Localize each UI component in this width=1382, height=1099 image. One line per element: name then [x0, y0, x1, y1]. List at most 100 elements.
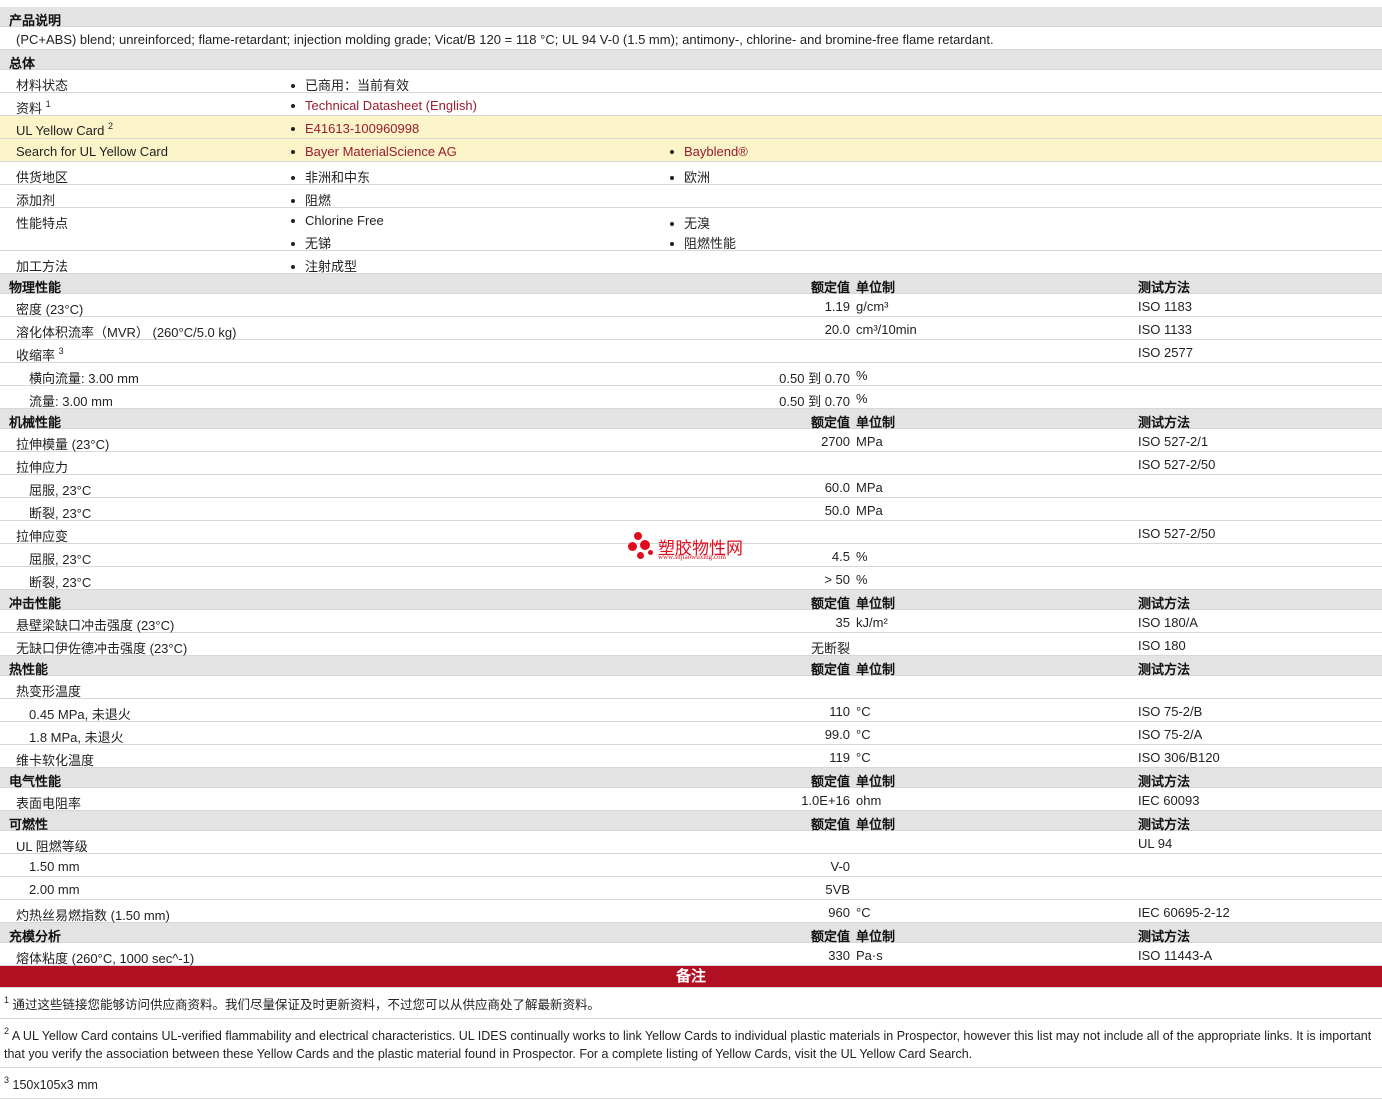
bullet-icon: [670, 241, 674, 246]
note-text: 1 通过这些链接您能够访问供应商资料。我们尽量保证及时更新资料，不过您可以从供应…: [4, 995, 601, 1012]
property-unit: kJ/m²: [856, 615, 888, 630]
property-row-shrinkage: 收缩率 3 ISO 2577: [0, 340, 1382, 363]
bullet-icon: [670, 221, 674, 226]
property-row-notched-izod: 悬壁梁缺口冲击强度 (23°C) 35 kJ/m² ISO 180/A: [0, 610, 1382, 633]
technical-datasheet-link[interactable]: Technical Datasheet (English): [305, 98, 477, 113]
property-unit: g/cm³: [856, 299, 889, 314]
property-label: 2.00 mm: [29, 882, 80, 897]
property-row-ul-rating: UL 阻燃等级 UL 94: [0, 831, 1382, 854]
property-unit: %: [856, 549, 868, 564]
bullet-icon: [670, 149, 674, 154]
row-value: 阻燃: [291, 190, 331, 209]
property-value: 4.5: [831, 549, 850, 564]
property-row-hdt: 热变形温度: [0, 676, 1382, 699]
property-label: 拉伸应力: [16, 460, 69, 475]
property-test: ISO 1183: [1138, 299, 1192, 314]
section-flammability: 可燃性 额定值 单位制 测试方法: [0, 811, 1382, 832]
property-label: 0.45 MPa, 未退火: [29, 707, 131, 722]
logo-dot: [640, 540, 650, 550]
property-test: ISO 180/A: [1138, 615, 1198, 630]
logo-dot: [637, 552, 644, 559]
property-unit: °C: [856, 750, 871, 765]
property-test: ISO 75-2/B: [1138, 704, 1203, 719]
property-label: 屈服, 23°C: [29, 483, 92, 498]
row-value: Bayer MaterialScience AG: [291, 144, 457, 159]
property-label: 拉伸模量 (23°C): [16, 437, 110, 452]
row-value: 注射成型: [291, 256, 357, 275]
property-label: 密度 (23°C): [16, 302, 84, 317]
ul-card-link[interactable]: E41613-100960998: [305, 121, 419, 136]
notes-header: 备注: [0, 966, 1382, 988]
property-label: 断裂, 23°C: [29, 506, 92, 521]
property-value: > 50: [824, 572, 850, 587]
bullet-icon: [291, 103, 295, 108]
property-label: 表面电阻率: [16, 796, 82, 811]
property-test: ISO 11443-A: [1138, 948, 1213, 963]
property-value: 无断裂: [810, 641, 850, 656]
property-label: 热变形温度: [16, 684, 82, 699]
property-unit: %: [856, 391, 868, 406]
row-value: 无溴: [670, 213, 710, 232]
property-unit: ohm: [856, 793, 882, 808]
processing-row: 加工方法 注射成型: [0, 251, 1382, 274]
row-label: 加工方法: [16, 259, 69, 274]
features-row: 性能特点 Chlorine Free 无溴 无锑 阻燃性能: [0, 208, 1382, 251]
property-label: 1.8 MPa, 未退火: [29, 730, 124, 745]
property-row-stress-yield: 屈服, 23°C 60.0 MPa: [0, 475, 1382, 498]
property-row-hdt-045: 0.45 MPa, 未退火 110 °C ISO 75-2/B: [0, 699, 1382, 722]
property-row-tensile-stress: 拉伸应力 ISO 527-2/50: [0, 452, 1382, 475]
property-label: 收缩率 3: [16, 346, 64, 363]
property-row-tensile-modulus: 拉伸模量 (23°C) 2700 MPa ISO 527-2/1: [0, 429, 1382, 452]
material-status-row: 材料状态 已商用：当前有效: [0, 70, 1382, 93]
property-label: 无缺口伊佐德冲击强度 (23°C): [16, 641, 188, 656]
property-unit: Pa·s: [856, 948, 883, 963]
property-value: 330: [828, 948, 850, 963]
product-description-text: (PC+ABS) blend; unreinforced; flame-reta…: [16, 32, 994, 47]
notes-title: 备注: [675, 968, 706, 985]
property-row-gwfi: 灼热丝易燃指数 (1.50 mm) 960 °C IEC 60695-2-12: [0, 900, 1382, 923]
property-label: 灼热丝易燃指数 (1.50 mm): [16, 908, 170, 923]
property-unit: °C: [856, 704, 871, 719]
property-row-ul-200: 2.00 mm 5VB: [0, 877, 1382, 900]
row-label: 性能特点: [16, 216, 69, 231]
property-row-melt-viscosity: 熔体粘度 (260°C, 1000 sec^-1) 330 Pa·s ISO 1…: [0, 943, 1382, 966]
bullet-icon: [291, 175, 295, 180]
section-electrical: 电气性能 额定值 单位制 测试方法: [0, 768, 1382, 789]
row-value: 无锑: [291, 233, 331, 252]
property-label: 拉伸应变: [16, 529, 69, 544]
property-value: 60.0: [824, 480, 850, 495]
property-test: ISO 2577: [1138, 345, 1193, 360]
property-unit: MPa: [856, 434, 883, 449]
property-row-surface-resistivity: 表面电阻率 1.0E+16 ohm IEC 60093: [0, 788, 1382, 811]
trade-name-link[interactable]: Bayblend®: [684, 144, 748, 159]
property-value: 0.50 到 0.70: [779, 394, 850, 409]
property-label: 流量: 3.00 mm: [29, 394, 113, 409]
property-row-ul-150: 1.50 mm V-0: [0, 854, 1382, 877]
property-row-shrink-transverse: 横向流量: 3.00 mm 0.50 到 0.70 %: [0, 363, 1382, 386]
bullet-icon: [291, 149, 295, 154]
property-unit: %: [856, 572, 868, 587]
property-value: 0.50 到 0.70: [779, 371, 850, 386]
property-value: 2700: [821, 434, 850, 449]
property-row-hdt-18: 1.8 MPa, 未退火 99.0 °C ISO 75-2/A: [0, 722, 1382, 745]
property-unit: cm³/10min: [856, 322, 917, 337]
property-label: 熔体粘度 (260°C, 1000 sec^-1): [16, 951, 195, 966]
row-label: UL Yellow Card 2: [16, 121, 114, 138]
row-value: 阻燃性能: [670, 233, 736, 252]
property-value: 35: [835, 615, 850, 630]
supplier-link[interactable]: Bayer MaterialScience AG: [305, 144, 457, 159]
property-row-strain-break: 断裂, 23°C > 50 %: [0, 567, 1382, 590]
watermark-url: www.sujiaowuxing.com: [658, 553, 726, 561]
additive-row: 添加剂 阻燃: [0, 185, 1382, 208]
property-test: ISO 527-2/50: [1138, 526, 1216, 541]
row-value: Technical Datasheet (English): [291, 98, 477, 113]
property-value: 110: [829, 704, 850, 719]
note-3: 3 150x105x3 mm: [0, 1068, 1382, 1099]
property-label: 断裂, 23°C: [29, 575, 92, 590]
bullet-icon: [291, 264, 295, 269]
note-2: 2 A UL Yellow Card contains UL-verified …: [0, 1019, 1382, 1068]
row-value: Bayblend®: [670, 144, 748, 159]
property-value: 1.19: [824, 299, 850, 314]
property-row-shrink-flow: 流量: 3.00 mm 0.50 到 0.70 %: [0, 386, 1382, 409]
property-value: 99.0: [824, 727, 850, 742]
